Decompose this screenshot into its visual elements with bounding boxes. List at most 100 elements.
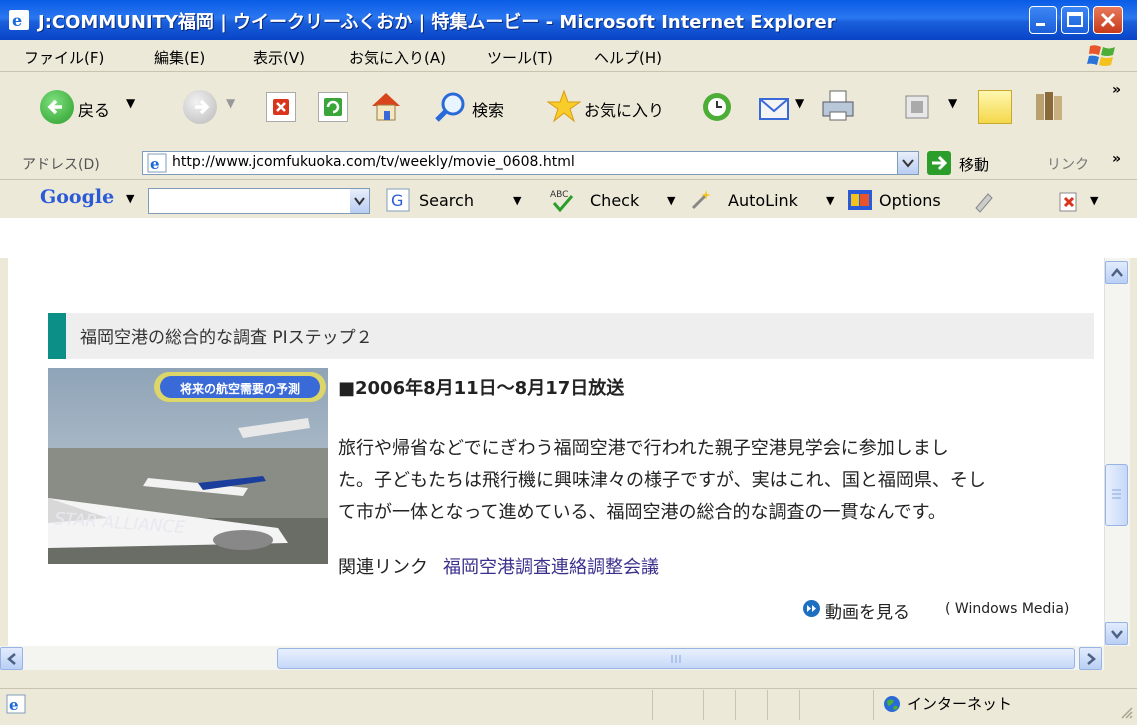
address-url[interactable]: http://www.jcomfukuoka.com/tv/weekly/mov… <box>172 154 575 170</box>
translate-dropdown-icon[interactable]: ▼ <box>1090 194 1098 207</box>
google-search-dropdown[interactable] <box>350 189 369 213</box>
minimize-icon <box>1036 23 1045 26</box>
favorites-label[interactable]: お気に入り <box>584 97 664 121</box>
status-divider <box>703 690 704 720</box>
related-links-label: 関連リンク <box>338 557 428 578</box>
refresh-button[interactable] <box>318 92 348 122</box>
play-arrow-icon[interactable] <box>803 600 820 617</box>
section-title: 福岡空港の総合的な調査 PIステップ２ <box>80 328 373 348</box>
refresh-icon <box>324 98 342 116</box>
menu-help[interactable]: ヘルプ(H) <box>594 47 662 68</box>
edit-dropdown-icon[interactable]: ▼ <box>948 96 957 110</box>
minimize-button[interactable] <box>1029 6 1057 34</box>
forward-button[interactable] <box>183 90 217 124</box>
window-frame-right <box>1129 218 1137 670</box>
vertical-scrollbar[interactable] <box>1104 258 1130 646</box>
internet-globe-icon <box>884 696 900 712</box>
search-icon[interactable] <box>434 90 468 124</box>
watch-video-link[interactable]: 動画を見る <box>825 598 910 623</box>
back-button[interactable] <box>40 90 74 124</box>
go-label[interactable]: 移動 <box>959 154 989 175</box>
notes-icon[interactable] <box>978 90 1012 124</box>
search-label[interactable]: 検索 <box>472 97 504 121</box>
horizontal-scroll-thumb[interactable] <box>277 648 1075 669</box>
back-label[interactable]: 戻る <box>78 97 110 121</box>
svg-text:ABC: ABC <box>550 190 568 200</box>
page-status-icon: e <box>6 694 26 714</box>
svg-text:e: e <box>150 155 160 173</box>
section-accent-bar <box>48 313 66 359</box>
home-icon[interactable] <box>368 88 404 124</box>
chevron-right-icon <box>1087 653 1096 665</box>
page-icon: e <box>147 153 167 173</box>
autolink-wand-icon <box>691 190 711 210</box>
mail-icon[interactable] <box>757 90 791 124</box>
media-format-note: ( Windows Media) <box>945 601 1070 617</box>
favorites-star-icon[interactable] <box>546 88 582 124</box>
chevron-up-icon <box>1111 268 1123 277</box>
go-button[interactable] <box>927 151 951 175</box>
google-menu-dropdown-icon[interactable]: ▼ <box>126 192 134 205</box>
toolbar-overflow[interactable]: » <box>1112 82 1121 98</box>
window-title: J:COMMUNITY福岡 | ウイークリーふくおか | 特集ムービー - Mi… <box>38 12 836 33</box>
thumbnail-caption: 将来の航空需要の予測 <box>180 381 300 396</box>
search-dropdown-icon[interactable]: ▼ <box>513 194 521 207</box>
close-button[interactable] <box>1093 6 1123 34</box>
vertical-scroll-thumb[interactable] <box>1105 464 1128 526</box>
menu-tools[interactable]: ツール(T) <box>487 47 553 68</box>
chevron-down-icon <box>1111 630 1123 639</box>
description-line-2: た。子どもたちは飛行機に興味津々の様子ですが、実はこれ、国と福岡県、そし <box>338 470 986 491</box>
maximize-button[interactable] <box>1061 6 1089 34</box>
svg-text:e: e <box>12 11 22 30</box>
svg-text:G: G <box>391 191 403 210</box>
links-label[interactable]: リンク <box>1047 154 1089 174</box>
address-label: アドレス(D) <box>22 157 100 173</box>
description-line-3: て市が一体となって進めている、福岡空港の総合的な調査の一貫なんです。 <box>338 502 946 523</box>
status-divider <box>873 690 874 720</box>
google-search-input[interactable] <box>148 188 370 214</box>
forward-arrow-icon <box>195 99 210 115</box>
chevron-down-icon <box>354 197 365 206</box>
options-button[interactable]: Options <box>879 191 941 210</box>
research-icon[interactable] <box>1032 88 1068 124</box>
resize-grip-icon[interactable] <box>1118 704 1134 720</box>
grip-icon <box>1112 489 1121 499</box>
edit-icon[interactable] <box>902 92 932 122</box>
scroll-left-button[interactable] <box>0 647 23 670</box>
forward-dropdown-icon[interactable]: ▼ <box>226 96 235 110</box>
video-thumbnail[interactable]: 将来の航空需要の予測 STAR ALLIANCE <box>48 368 328 564</box>
autolink-dropdown-icon[interactable]: ▼ <box>826 194 834 207</box>
scroll-right-button[interactable] <box>1079 647 1102 670</box>
related-link[interactable]: 福岡空港調査連絡調整会議 <box>443 553 659 579</box>
menu-edit[interactable]: 編集(E) <box>154 47 205 68</box>
autolink-button[interactable]: AutoLink <box>728 191 798 210</box>
menu-favorites[interactable]: お気に入り(A) <box>349 47 446 68</box>
windows-logo-icon <box>1087 45 1115 66</box>
chevron-left-icon <box>7 653 16 665</box>
svg-text:e: e <box>9 696 19 714</box>
maximize-icon <box>1067 12 1083 27</box>
content-top-area <box>0 218 1137 258</box>
scrollbar-corner <box>1104 646 1129 670</box>
translate-icon[interactable] <box>1057 188 1083 214</box>
google-search-button[interactable]: Search <box>419 191 474 210</box>
mail-dropdown-icon[interactable]: ▼ <box>795 96 804 110</box>
scroll-down-button[interactable] <box>1105 622 1128 645</box>
print-icon[interactable] <box>820 88 856 124</box>
menu-file[interactable]: ファイル(F) <box>24 47 104 68</box>
address-dropdown-button[interactable] <box>897 152 918 174</box>
history-icon[interactable] <box>700 90 734 124</box>
go-arrow-icon <box>932 155 948 171</box>
scroll-up-button[interactable] <box>1105 261 1128 284</box>
check-button[interactable]: Check <box>590 191 639 210</box>
menu-view[interactable]: 表示(V) <box>253 47 305 68</box>
highlighter-icon[interactable] <box>970 188 996 214</box>
google-logo[interactable]: Google <box>40 186 114 208</box>
links-overflow[interactable]: » <box>1112 151 1121 167</box>
broadcast-date: ■2006年8月11日〜8月17日放送 <box>338 378 625 399</box>
back-dropdown-icon[interactable]: ▼ <box>126 96 135 110</box>
chevron-down-icon <box>902 159 914 168</box>
status-divider <box>652 690 653 720</box>
stop-button[interactable] <box>266 92 296 122</box>
check-dropdown-icon[interactable]: ▼ <box>667 194 675 207</box>
